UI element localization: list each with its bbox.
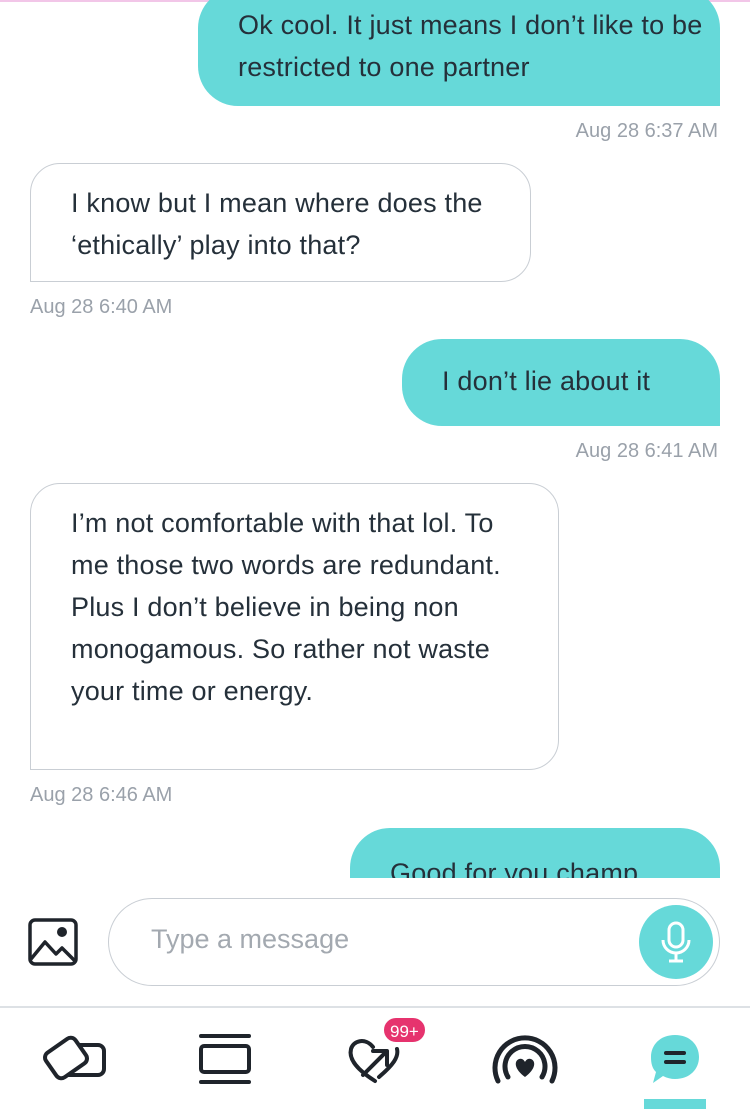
- likes-count-badge: 99+: [382, 1016, 427, 1044]
- message-timestamp: Aug 28 6:40 AM: [30, 296, 173, 318]
- cards-icon: [43, 1035, 106, 1081]
- message-timestamp: Aug 28 6:46 AM: [30, 784, 173, 806]
- message-timestamp: Aug 28 6:41 AM: [575, 440, 718, 462]
- sent-message-bubble[interactable]: Good for you champ: [350, 828, 720, 878]
- nav-live[interactable]: [480, 1026, 570, 1092]
- nav-messages[interactable]: [630, 1026, 720, 1092]
- bottom-nav: [0, 1008, 750, 1109]
- message-timestamp: Aug 28 6:37 AM: [575, 120, 718, 142]
- message-input-placeholder: Type a message: [151, 924, 350, 954]
- nav-browse[interactable]: [180, 1026, 270, 1092]
- received-message-bubble[interactable]: I know but I mean where does the ‘ethica…: [30, 163, 531, 282]
- chat-bubble-icon: [651, 1035, 699, 1083]
- message-thread[interactable]: Ok cool. It just means I don’t like to b…: [0, 0, 750, 878]
- microphone-button[interactable]: [639, 905, 713, 979]
- sent-message-bubble[interactable]: Ok cool. It just means I don’t like to b…: [198, 0, 720, 106]
- nav-discover[interactable]: [30, 1026, 120, 1092]
- received-message-bubble[interactable]: I’m not comfortable with that lol. To me…: [30, 483, 559, 770]
- microphone-icon: [661, 921, 691, 963]
- active-tab-indicator: [644, 1099, 706, 1109]
- message-input[interactable]: Type a message: [108, 898, 720, 986]
- stack-icon: [199, 1034, 251, 1084]
- broadcast-heart-icon: [492, 1035, 558, 1084]
- sent-message-bubble[interactable]: I don’t lie about it: [402, 339, 720, 426]
- image-icon[interactable]: [28, 918, 78, 966]
- message-composer: Type a message: [0, 878, 750, 1006]
